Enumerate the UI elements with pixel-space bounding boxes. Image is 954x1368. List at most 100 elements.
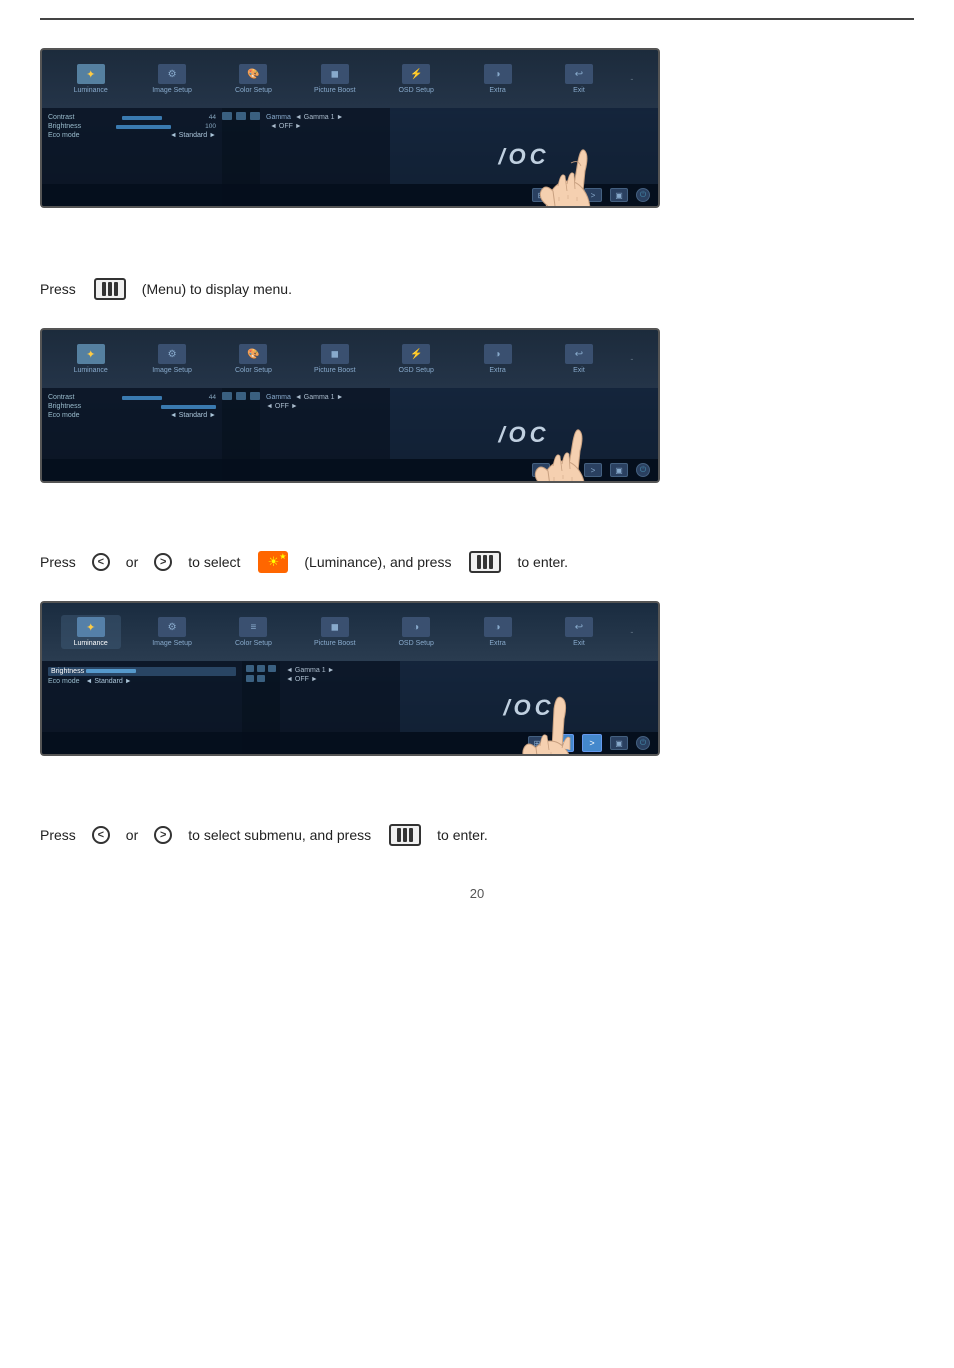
off-row-1: ◄ OFF ► [266,123,384,130]
bar1 [102,282,106,296]
pictureboost-label-2: Picture Boost [314,367,356,374]
press-text-1: Press [40,281,76,297]
nav-ind3-3 [268,665,276,672]
brightness-row-2: Brightness [48,403,216,410]
hand-svg-3 [510,684,590,756]
menu-item-exit-1: ↩ Exit [549,64,609,94]
bottom-btn-select-2: ▣ [610,463,628,477]
menu-button-icon-1 [94,278,126,300]
monitor-top-bar-3: ✦ Luminance ⚙ Image Setup ≡ Color Setup … [42,603,658,661]
nav-ind-2 [236,112,246,120]
page-number: 20 [470,886,484,901]
brightness-bar-1 [116,125,171,129]
hand-illustration-1 [523,131,603,208]
nav-ind3-2 [257,665,265,672]
osdsetup-label-3: OSD Setup [398,640,433,647]
monitor-top-bar-2: ✦ Luminance ⚙ Image Setup 🎨 Color Setup … [42,330,658,388]
menu-item-luminance-3: ✦ Luminance [61,615,121,649]
exit-icon-3: ↩ [565,617,593,637]
luminance-label-3: Luminance [74,640,108,647]
osdsetup-icon-3: ◑ [402,617,430,637]
nav-ind3-5 [257,675,265,682]
exit-icon-1: ↩ [565,64,593,84]
osdsetup-label-1: OSD Setup [398,87,433,94]
instruction-3: Press < or > to select submenu, and pres… [40,824,914,846]
hand-illustration-3 [510,684,590,756]
right-chevron-icon-3: > [154,826,172,844]
monitor-screenshot-3: ✦ Luminance ⚙ Image Setup ≡ Color Setup … [40,601,660,756]
submenu-contrast-3: Eco mode ◄ Standard ► [48,678,236,685]
press-text-2: Press [40,554,76,570]
sun-icon: ☀ [268,554,280,570]
luminance-icon-box-2: ☀ ★ [258,551,288,573]
menu-item-osdsetup-1: ⚡ OSD Setup [386,64,446,94]
menu-item-extra-1: ◑ Extra [468,64,528,94]
page-footer: 20 [0,886,954,901]
menu-item-luminance-1: ✦ Luminance [61,64,121,94]
menu-item-imagesetup-1: ⚙ Image Setup [142,64,202,94]
bar2c [403,828,407,842]
monitor-close-2: - [630,354,639,364]
bar3 [114,282,118,296]
menu-item-colorsetup-3: ≡ Color Setup [223,617,283,647]
menu-item-imagesetup-3: ⚙ Image Setup [142,617,202,647]
menu-item-extra-3: ◑ Extra [468,617,528,647]
nav-indicators-3 [246,665,276,682]
luminance-icon-2: ✦ [77,344,105,364]
monitor-top-bar-1: ✦ Luminance ⚙ Image Setup 🎨 Color Setup … [42,50,658,108]
bar1b [477,555,481,569]
extra-label-1: Extra [489,87,505,94]
to-enter-text-3: to enter. [437,827,488,843]
colorsetup-icon-3: ≡ [239,617,267,637]
exit-label-3: Exit [573,640,585,647]
menu-item-osdsetup-2: ⚡ OSD Setup [386,344,446,374]
monitor-screenshot-1: ✦ Luminance ⚙ Image Setup 🎨 Color Setup … [40,48,660,208]
nav-ind2-3 [250,392,260,400]
imagesetup-label-1: Image Setup [152,87,192,94]
submenu-brightness-3: Brightness [48,667,236,676]
ecomode-row-2: Eco mode ◄ Standard ► [48,412,216,419]
brightness-val-1: 100 [205,123,216,130]
menu-button-icon-3 [389,824,421,846]
menu-item-pictureboost-2: ◼ Picture Boost [305,344,365,374]
osdsetup-label-2: OSD Setup [398,367,433,374]
bar3b [489,555,493,569]
contrast-bar-1 [122,116,162,120]
brightness-bar-3 [86,669,136,673]
menu-item-imagesetup-2: ⚙ Image Setup [142,344,202,374]
menu-button-icon-2 [469,551,501,573]
pictureboost-icon-3: ◼ [321,617,349,637]
menu-item-osdsetup-3: ◑ OSD Setup [386,617,446,647]
right-chevron-icon-2: > [154,553,172,571]
brightness-bar-2 [161,405,216,409]
press-text-3: Press [40,827,76,843]
imagesetup-icon-1: ⚙ [158,64,186,84]
instruction-2: Press < or > to select ☀ ★ (Luminance), … [40,551,914,573]
luminance-icon-3: ✦ [77,617,105,637]
to-select-text-3: to select submenu, and press [188,827,371,843]
imagesetup-label-2: Image Setup [152,367,192,374]
nav-ind-3 [250,112,260,120]
extra-label-2: Extra [489,367,505,374]
nav-indicators-2 [222,392,260,400]
bottom-btn-power-3: ⏻ [636,736,650,750]
extra-icon-1: ◑ [484,64,512,84]
contrast-row-2: Contrast 44 [48,394,216,401]
left-chevron-icon-3: < [92,826,110,844]
to-select-text-2: to select [188,554,240,570]
exit-icon-2: ↩ [565,344,593,364]
nav-ind3-4 [246,675,254,682]
osdsetup-icon-1: ⚡ [402,64,430,84]
gamma-row-2: Gamma ◄ Gamma 1 ► [266,394,384,401]
menu-item-pictureboost-1: ◼ Picture Boost [305,64,365,94]
luminance-label-2: Luminance [74,367,108,374]
nav-ind2-2 [236,392,246,400]
imagesetup-icon-2: ⚙ [158,344,186,364]
exit-label-2: Exit [573,367,585,374]
bottom-btn-select-3: ▣ [610,736,628,750]
bar1c [397,828,401,842]
luminance-label-1: Luminance [74,87,108,94]
osdsetup-icon-2: ⚡ [402,344,430,364]
menu-item-exit-2: ↩ Exit [549,344,609,374]
contrast-val-2: 44 [209,394,216,401]
